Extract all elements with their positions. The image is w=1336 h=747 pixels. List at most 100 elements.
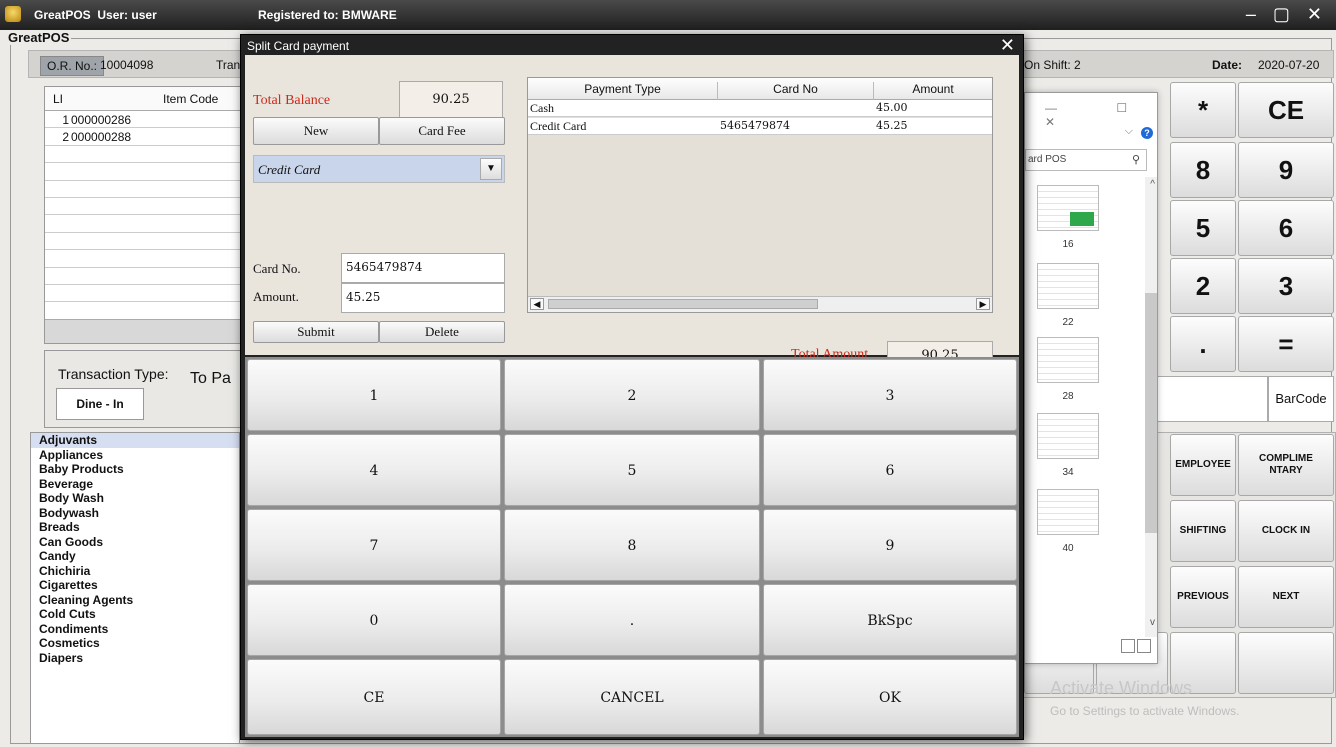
table-row[interactable] [45, 215, 253, 233]
list-item[interactable]: Chichiria [31, 564, 239, 579]
numpad-4-button[interactable]: 4 [247, 434, 501, 506]
dine-in-button[interactable]: Dine - In [56, 388, 144, 420]
numpad-7-button[interactable]: 7 [247, 509, 501, 581]
numpad-1-button[interactable]: 1 [247, 359, 501, 431]
delete-button[interactable]: Delete [379, 321, 505, 343]
list-item[interactable]: Diapers [31, 651, 239, 666]
key-star[interactable]: * [1170, 82, 1236, 138]
list-item[interactable]: Cigarettes [31, 578, 239, 593]
clock-in-button[interactable]: CLOCK IN [1238, 500, 1334, 562]
numpad-9-button[interactable]: 9 [763, 509, 1017, 581]
scroll-left-icon[interactable]: ◀ [530, 298, 544, 310]
table-row[interactable] [45, 233, 253, 251]
list-item[interactable]: Appliances [31, 448, 239, 463]
list-item[interactable]: Cosmetics [31, 636, 239, 651]
split-card-payment-dialog[interactable]: Split Card payment ✕ Total Balance 90.25… [240, 34, 1024, 740]
table-row[interactable]: Cash 45.00 [528, 100, 992, 117]
key-equals[interactable]: = [1238, 316, 1334, 372]
details-view-icon[interactable] [1121, 639, 1135, 653]
list-item[interactable]: Cleaning Agents [31, 593, 239, 608]
tiles-view-icon[interactable] [1137, 639, 1151, 653]
card-fee-button[interactable]: Card Fee [379, 117, 505, 145]
scroll-down-icon[interactable]: v [1150, 617, 1155, 628]
key-5[interactable]: 5 [1170, 200, 1236, 256]
key-6[interactable]: 6 [1238, 200, 1334, 256]
clear-entry-button[interactable]: CE [247, 659, 501, 735]
search-input[interactable]: ard POS ⚲ [1025, 149, 1147, 171]
item-grid[interactable]: LI Item Code 1 000000286 2 000000288 [44, 86, 254, 344]
numpad-dot-button[interactable]: . [504, 584, 760, 656]
amount-input[interactable]: 45.25 [341, 283, 505, 313]
numpad-5-button[interactable]: 5 [504, 434, 760, 506]
list-item[interactable]: Bodywash [31, 506, 239, 521]
numpad-3-button[interactable]: 3 [763, 359, 1017, 431]
window-controls[interactable]: – ▢ ✕ [1246, 4, 1328, 25]
list-item[interactable]: Condiments [31, 622, 239, 637]
cancel-button[interactable]: CANCEL [504, 659, 760, 735]
table-row[interactable] [45, 285, 253, 303]
table-row[interactable] [45, 181, 253, 198]
thumbnail[interactable] [1037, 185, 1099, 231]
card-no-input[interactable]: 5465479874 [341, 253, 505, 283]
new-button[interactable]: New [253, 117, 379, 145]
numpad-2-button[interactable]: 2 [504, 359, 760, 431]
table-row[interactable]: Credit Card 5465479874 45.25 [528, 118, 992, 135]
key-9[interactable]: 9 [1238, 142, 1334, 198]
horizontal-scrollbar[interactable]: ◀ ▶ [528, 296, 992, 312]
payment-grid[interactable]: Payment Type Card No Amount Cash 45.00 C… [527, 77, 993, 313]
barcode-button[interactable]: BarCode [1268, 376, 1334, 422]
ok-button[interactable]: OK [763, 659, 1017, 735]
next-button[interactable]: NEXT [1238, 566, 1334, 628]
scrollbar-thumb[interactable] [548, 299, 818, 309]
close-icon[interactable]: ✕ [1000, 35, 1015, 56]
table-row[interactable] [45, 146, 253, 164]
key-2[interactable]: 2 [1170, 258, 1236, 314]
shifting-button[interactable]: SHIFTING [1170, 500, 1236, 562]
complimentary-button[interactable]: COMPLIME NTARY [1238, 434, 1334, 496]
list-item[interactable]: Beverage [31, 477, 239, 492]
numpad-0-button[interactable]: 0 [247, 584, 501, 656]
scroll-up-icon[interactable]: ^ [1150, 179, 1155, 190]
thumbnail[interactable] [1037, 337, 1099, 383]
table-row[interactable] [45, 198, 253, 216]
previous-button[interactable]: PREVIOUS [1170, 566, 1236, 628]
table-row[interactable] [45, 268, 253, 285]
table-row[interactable] [45, 250, 253, 268]
thumbnail[interactable] [1037, 413, 1099, 459]
list-item[interactable]: Adjuvants [31, 433, 239, 448]
thumbnail-label: 16 [1062, 239, 1074, 250]
thumbnail[interactable] [1037, 263, 1099, 309]
numpad-8-button[interactable]: 8 [504, 509, 760, 581]
table-row[interactable] [45, 163, 253, 181]
key-3[interactable]: 3 [1238, 258, 1334, 314]
list-item[interactable]: Body Wash [31, 491, 239, 506]
employee-button[interactable]: EMPLOYEE [1170, 434, 1236, 496]
submit-button[interactable]: Submit [253, 321, 379, 343]
scroll-right-icon[interactable]: ▶ [976, 298, 990, 310]
numpad-6-button[interactable]: 6 [763, 434, 1017, 506]
payment-type-select[interactable]: Credit Card ▼ [253, 155, 505, 183]
list-item[interactable]: Can Goods [31, 535, 239, 550]
key-ce[interactable]: CE [1238, 82, 1334, 138]
list-item[interactable]: Cold Cuts [31, 607, 239, 622]
category-list[interactable]: Adjuvants Appliances Baby Products Bever… [30, 432, 240, 744]
key-dot[interactable]: . [1170, 316, 1236, 372]
list-item[interactable]: Candy [31, 549, 239, 564]
table-row[interactable]: 2 000000288 [45, 128, 253, 146]
table-row[interactable]: 1 000000286 [45, 111, 253, 129]
help-icon[interactable]: ? [1141, 127, 1153, 139]
app-icon [5, 6, 21, 22]
table-row[interactable] [45, 302, 253, 320]
scrollbar-thumb[interactable] [1145, 293, 1157, 533]
list-item[interactable]: Baby Products [31, 462, 239, 477]
key-8[interactable]: 8 [1170, 142, 1236, 198]
backspace-button[interactable]: BkSpc [763, 584, 1017, 656]
thumbnail[interactable] [1037, 489, 1099, 535]
chevron-down-icon[interactable]: ▼ [480, 158, 502, 180]
explorer-popup[interactable]: — ☐ ✕ ⌵ ? ard POS ⚲ ^ v 16 22 28 34 40 [1024, 92, 1158, 664]
chevron-down-icon[interactable]: ⌵ [1125, 125, 1133, 138]
explorer-window-controls[interactable]: — ☐ ✕ [1045, 101, 1157, 129]
blank-button[interactable] [1238, 632, 1334, 694]
list-item[interactable]: Breads [31, 520, 239, 535]
view-mode-icons[interactable] [1119, 639, 1151, 656]
